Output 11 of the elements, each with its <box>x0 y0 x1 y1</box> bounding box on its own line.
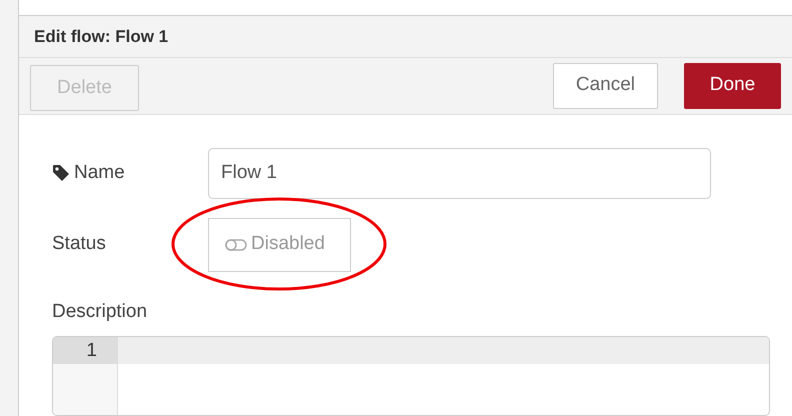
dialog-title: Edit flow: Flow 1 <box>34 26 168 48</box>
name-label: Name <box>74 160 125 185</box>
line-number: 1 <box>53 337 117 364</box>
description-label: Description <box>52 300 148 322</box>
toggle-icon <box>225 238 247 250</box>
done-button[interactable]: Done <box>684 62 781 109</box>
description-editor[interactable]: 1 <box>52 336 770 416</box>
status-label: Status <box>52 232 107 256</box>
tag-icon <box>52 164 70 182</box>
dialog-button[interactable]: Cancel <box>552 62 658 109</box>
name-field[interactable]: Flow 1 <box>208 148 711 198</box>
